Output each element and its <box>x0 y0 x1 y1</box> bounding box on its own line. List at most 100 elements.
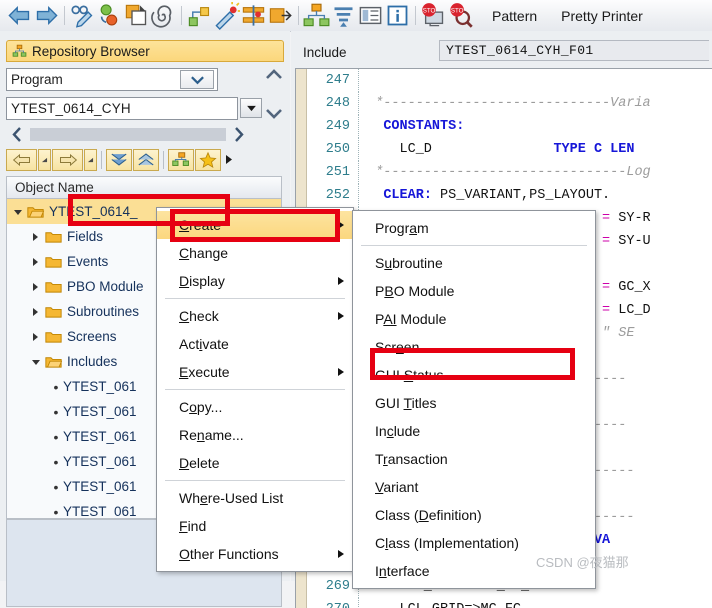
back-arrow-icon[interactable] <box>6 0 33 31</box>
menu-item-other-functions[interactable]: Other Functions <box>157 540 353 568</box>
include-name-field[interactable]: YTEST_0614_CYH_F01 <box>439 40 709 61</box>
context-menu[interactable]: Create Change Display Check Activate Execute C… <box>156 207 354 572</box>
create-submenu[interactable]: Program Subroutine PBO Module PAI Module Scr… <box>352 210 596 589</box>
code-line[interactable]: CLEAR: PS_VARIANT,PS_LAYOUT. <box>359 184 712 207</box>
code-line[interactable] <box>359 69 712 92</box>
menu-item-display[interactable]: Display <box>157 267 353 295</box>
line-number: 247 <box>307 69 359 92</box>
menu-item-change[interactable]: Change <box>157 239 353 267</box>
menu-item-activate[interactable]: Activate <box>157 330 353 358</box>
chevron-right-icon[interactable] <box>31 232 45 242</box>
back-nav-button[interactable] <box>6 148 37 171</box>
info-icon[interactable] <box>384 0 411 31</box>
svg-text:STO: STO <box>451 8 464 15</box>
pretty-printer-button[interactable]: Pretty Printer <box>549 8 655 24</box>
menu-item-label: Class (Definition) <box>375 507 482 523</box>
menu-item-screen[interactable]: Screen <box>353 333 595 361</box>
menu-item-find[interactable]: Find <box>157 512 353 540</box>
object-list-button[interactable] <box>168 148 194 171</box>
object-list-icon[interactable] <box>186 0 213 31</box>
activate-icon[interactable] <box>123 0 150 31</box>
menu-item-create[interactable]: Create <box>157 211 353 239</box>
menu-item-label: Delete <box>179 455 220 471</box>
menu-item-label: Class (Implementation) <box>375 535 519 551</box>
menu-item-check[interactable]: Check <box>157 302 353 330</box>
menu-item-copy[interactable]: Copy... <box>157 393 353 421</box>
object-name-input[interactable]: YTEST_0614_CYH <box>6 97 238 120</box>
back-nav-dropdown[interactable] <box>38 148 51 171</box>
chevron-down-icon[interactable] <box>31 358 45 366</box>
menu-item-gui-status[interactable]: GUI Status <box>353 361 595 389</box>
stop-search-icon[interactable]: STO <box>447 0 474 31</box>
menu-item-label: Find <box>179 518 207 534</box>
menu-item-rename[interactable]: Rename... <box>157 421 353 449</box>
code-token: LCL_GRID=>MC_FC_ <box>359 602 530 608</box>
browser-button-row <box>6 147 274 172</box>
navigation-stack-icon[interactable] <box>240 0 267 31</box>
transfer-icon[interactable] <box>267 0 294 31</box>
code-line[interactable]: CONSTANTS: <box>359 115 712 138</box>
menu-item-label: Check <box>179 308 219 324</box>
stop-monitor-icon[interactable]: STO <box>420 0 447 31</box>
submenu-arrow-icon <box>338 368 344 376</box>
menu-item-label: Screen <box>375 339 420 355</box>
favorites-button[interactable] <box>195 148 221 171</box>
menu-separator <box>165 480 345 481</box>
object-type-value: Program <box>11 72 63 87</box>
menu-item-transaction[interactable]: Transaction <box>353 445 595 473</box>
code-token: = <box>602 234 611 249</box>
sort-layers-icon[interactable] <box>330 0 357 31</box>
forward-nav-button[interactable] <box>52 148 83 171</box>
history-track[interactable] <box>30 127 226 141</box>
history-next-button[interactable] <box>228 124 250 144</box>
menu-item-label: Rename... <box>179 427 244 443</box>
chevron-right-icon[interactable] <box>31 307 45 317</box>
menu-item-delete[interactable]: Delete <box>157 449 353 477</box>
object-type-dropdown-button[interactable] <box>180 70 214 89</box>
menu-item-where-used-list[interactable]: Where-Used List <box>157 484 353 512</box>
menu-item-label: Include <box>375 423 421 439</box>
expand-all-button[interactable] <box>106 148 132 171</box>
magic-wand-icon[interactable] <box>213 0 240 31</box>
history-navigation-bar <box>6 124 250 144</box>
chevron-right-icon[interactable] <box>31 332 45 342</box>
code-line[interactable]: *----------------------------Varia <box>359 92 712 115</box>
table-icon[interactable] <box>357 0 384 31</box>
bullet-icon: • <box>53 478 59 495</box>
menu-item-pbo-module[interactable]: PBO Module <box>353 277 595 305</box>
more-button[interactable] <box>222 150 236 170</box>
pattern-button[interactable]: Pattern <box>480 8 549 24</box>
chevron-down-icon <box>266 109 282 119</box>
forward-arrow-icon[interactable] <box>33 0 60 31</box>
menu-item-include[interactable]: Include <box>353 417 595 445</box>
menu-item-label: PAI Module <box>375 311 447 327</box>
panel-scroll-buttons[interactable] <box>262 68 286 120</box>
spiral-icon[interactable] <box>150 0 177 31</box>
history-prev-button[interactable] <box>6 124 28 144</box>
menu-item-execute[interactable]: Execute <box>157 358 353 386</box>
chevron-right-icon[interactable] <box>31 257 45 267</box>
menu-item-variant[interactable]: Variant <box>353 473 595 501</box>
collapse-all-button[interactable] <box>133 148 159 171</box>
check-object-icon[interactable] <box>96 0 123 31</box>
forward-nav-dropdown[interactable] <box>84 148 97 171</box>
folder-icon <box>45 355 63 369</box>
include-label: Include <box>303 45 347 60</box>
object-name-column-label: Object Name <box>15 180 94 195</box>
hierarchy-icon[interactable] <box>303 0 330 31</box>
display-change-icon[interactable] <box>69 0 96 31</box>
code-line[interactable]: LC_D TYPE C LEN <box>359 138 712 161</box>
menu-item-pai-module[interactable]: PAI Module <box>353 305 595 333</box>
menu-item-label: Copy... <box>179 399 223 415</box>
code-token: CLEAR: <box>383 188 432 203</box>
menu-item-gui-titles[interactable]: GUI Titles <box>353 389 595 417</box>
tree-item-label: Fields <box>67 229 104 244</box>
object-name-dropdown-button[interactable] <box>240 98 262 118</box>
code-line[interactable]: *------------------------------Log <box>359 161 712 184</box>
menu-item-program[interactable]: Program <box>353 214 595 242</box>
chevron-right-icon[interactable] <box>31 282 45 292</box>
chevron-down-icon[interactable] <box>13 208 27 216</box>
menu-item-class-definition[interactable]: Class (Definition) <box>353 501 595 529</box>
code-line[interactable]: LCL_GRID=>MC_FC_ <box>359 598 712 608</box>
menu-item-subroutine[interactable]: Subroutine <box>353 249 595 277</box>
